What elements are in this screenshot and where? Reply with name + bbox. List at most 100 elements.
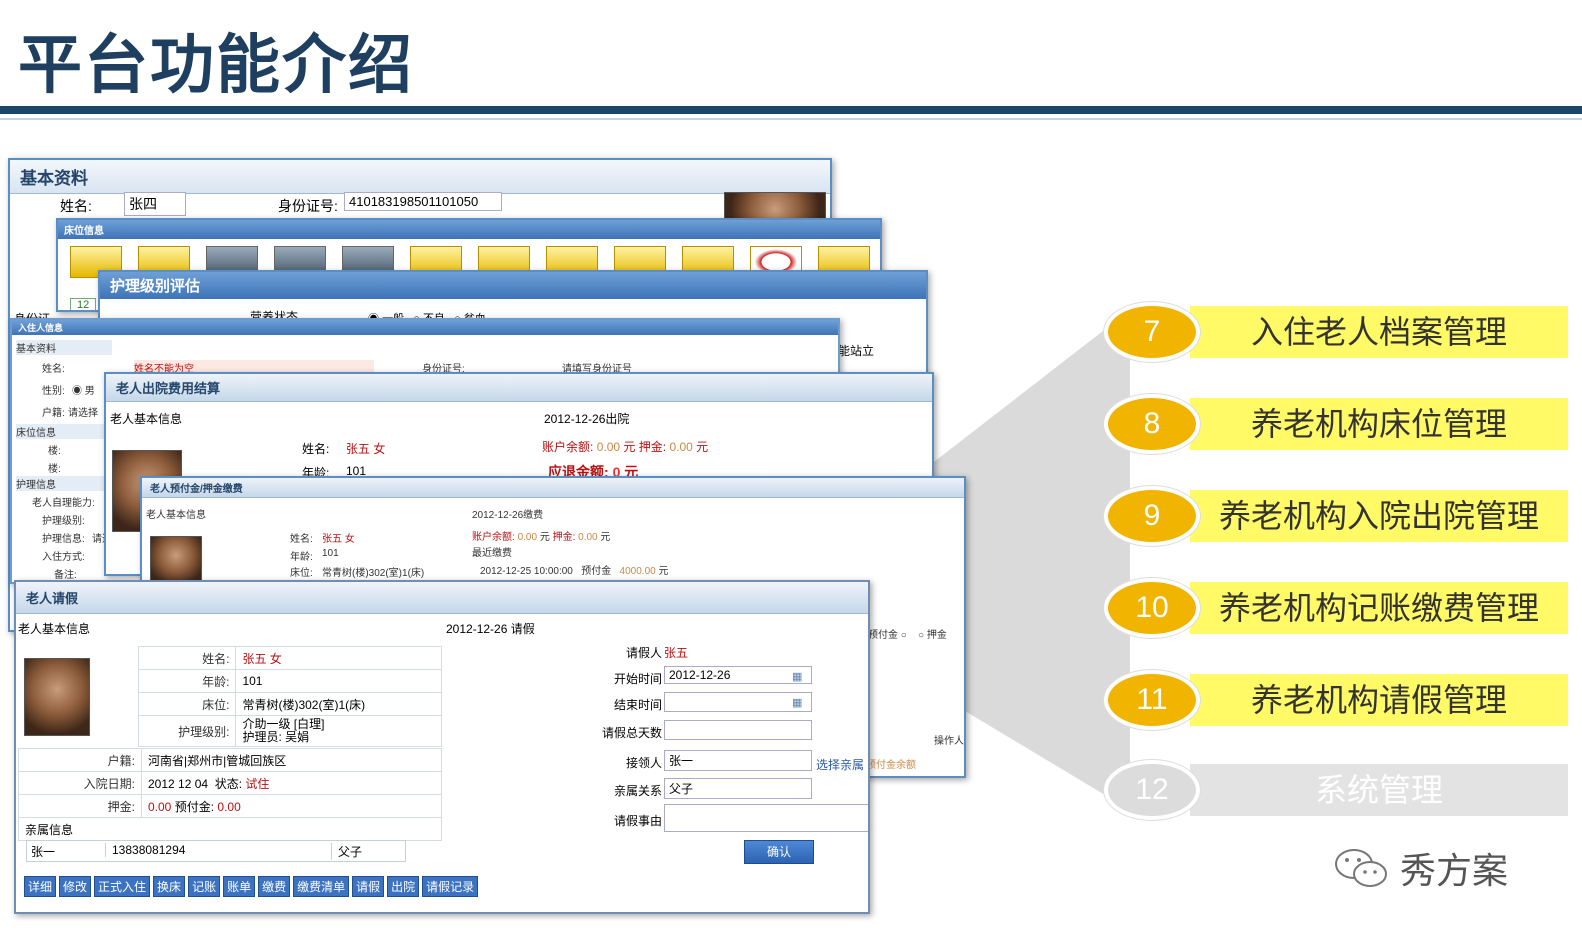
prepay-value: 0.00: [217, 799, 241, 814]
table-row: 床位: 常青树(楼)302(室)1(床): [137, 692, 442, 716]
discharge-balance-row: 账户余额: 0.00 元 押金: 0.00 元: [542, 438, 708, 455]
checkin-head: 入住人信息: [12, 320, 838, 335]
calendar-icon[interactable]: ▦: [792, 670, 802, 683]
payment-age-label: 年龄:: [290, 552, 313, 563]
cell-label: 入院日期:: [18, 771, 142, 795]
row-label: 入住方式:: [42, 552, 85, 563]
form-label: 请假总天数: [601, 726, 662, 740]
discharge-date: 2012-12-26出院: [544, 412, 630, 426]
table-row: 押金: 0.00 预付金: 0.00: [18, 794, 442, 818]
reason-textarea[interactable]: [664, 804, 868, 832]
leave-date: 2012-12-26 请假: [446, 622, 535, 636]
leave-record-button[interactable]: 请假记录: [422, 876, 479, 897]
section-care: 护理信息: [16, 476, 112, 491]
title-rule-thin: [0, 118, 1582, 120]
record-date: 2012-12-25 10:00:00: [480, 566, 573, 577]
change-bed-button[interactable]: 换床: [153, 876, 186, 897]
payment-basic-label: 老人基本信息: [146, 510, 206, 521]
name-label: 姓名:: [60, 198, 92, 214]
menu-number-badge: 9: [1104, 486, 1200, 546]
cell-value: 介助一级 [白理] 护理员: 吴娟: [235, 715, 442, 747]
payment-radio-prepay[interactable]: 预付金 ○: [868, 626, 907, 641]
table-row: 姓名: 张五 女: [137, 646, 442, 670]
cell-label: 户籍:: [18, 748, 142, 772]
cell-value: 河南省|郑州市|管城回族区: [141, 748, 442, 772]
confirm-button[interactable]: 确认: [744, 840, 814, 864]
end-date-input[interactable]: [664, 692, 812, 712]
prepay-value: 4000.00: [619, 566, 656, 577]
unit-yuan: 元: [658, 566, 669, 577]
table-row: 户籍: 河南省|郑州市|管城回族区: [18, 748, 442, 772]
relation-input[interactable]: 父子: [664, 778, 812, 799]
title-rule: [0, 106, 1582, 114]
stand-fragment: 能站立: [838, 344, 875, 358]
payment-radio-deposit[interactable]: ○ 押金: [918, 626, 947, 641]
status-value: 试住: [245, 776, 270, 791]
recent-record: 2012-12-25 10:00:00 预付金 4000.00 元: [480, 562, 668, 577]
receiver-input[interactable]: 张一: [664, 750, 812, 771]
menu-label[interactable]: 养老机构记账缴费管理: [1190, 582, 1568, 634]
table-row: 护理级别: 介助一级 [白理] 护理员: 吴娟: [137, 715, 442, 747]
discharge-name-label: 姓名:: [302, 442, 330, 456]
huji-select[interactable]: 请选择: [68, 404, 98, 419]
cell-value: 0.00 预付金: 0.00: [141, 794, 442, 818]
row-label: 备注:: [54, 570, 77, 581]
row-label: 楼:: [48, 446, 61, 457]
deposit-value: 0.00: [669, 440, 693, 454]
menu-label[interactable]: 养老机构入院出院管理: [1190, 490, 1568, 542]
caregiver-value: 护理员: 吴娟: [242, 730, 310, 744]
payment-bed-value: 常青树(楼)302(室)1(床): [322, 568, 425, 579]
total-days-input[interactable]: [664, 720, 812, 740]
name-field[interactable]: 张四: [124, 192, 186, 216]
row-label: 护理信息:: [42, 534, 85, 545]
formal-checkin-button[interactable]: 正式入住: [94, 876, 151, 897]
balance-value: 0.00: [517, 532, 538, 543]
cell-label: 姓名:: [137, 646, 237, 670]
radio-label: 预付金: [868, 630, 898, 641]
pay-list-button[interactable]: 缴费清单: [293, 876, 350, 897]
prepay-balance-note: 预付金余额: [866, 760, 916, 771]
gender-radio[interactable]: ◉ 男: [72, 382, 95, 397]
menu-label[interactable]: 养老机构请假管理: [1190, 674, 1568, 726]
elder-photo: [150, 536, 202, 584]
leave-window: 老人请假 老人基本信息 2012-12-26 请假 姓名: 张五 女 年龄: 101…: [14, 580, 870, 914]
form-label: 请假事由: [613, 814, 662, 828]
calendar-icon[interactable]: ▦: [792, 696, 802, 709]
menu-label[interactable]: 养老机构床位管理: [1190, 398, 1568, 450]
detail-button[interactable]: 详细: [24, 876, 57, 897]
cell-label: 床位:: [137, 692, 237, 716]
bookkeep-button[interactable]: 记账: [188, 876, 221, 897]
menu-label[interactable]: 入住老人档案管理: [1190, 306, 1568, 358]
leave-action-buttons: 详细 修改 正式入住 换床 记账 账单 缴费 缴费清单 请假 出院 请假记录: [24, 876, 481, 897]
family-name: 张一: [31, 845, 56, 859]
edit-button[interactable]: 修改: [59, 876, 92, 897]
menu-number-badge: 10: [1104, 578, 1200, 638]
cell-label: 护理级别:: [137, 715, 237, 747]
menu-number-badge: 12: [1104, 760, 1200, 820]
leave-head: 老人请假: [16, 582, 868, 614]
pay-button[interactable]: 缴费: [258, 876, 291, 897]
menu-number-badge: 11: [1104, 670, 1200, 730]
form-label: 结束时间: [613, 698, 662, 712]
id-field[interactable]: 410183198501101050: [344, 192, 502, 211]
payment-head: 老人预付金/押金缴费: [142, 478, 964, 498]
watermark-text: 秀方案: [1400, 851, 1509, 892]
radio-label: 押金: [926, 630, 947, 641]
elder-photo: [24, 658, 90, 736]
family-relation: 父子: [331, 843, 362, 860]
menu-label[interactable]: 系统管理: [1190, 764, 1568, 816]
deposit-label: 押金:: [638, 440, 667, 454]
choose-family-link[interactable]: 选择亲属: [816, 756, 864, 773]
bill-button[interactable]: 账单: [223, 876, 256, 897]
leave-button[interactable]: 请假: [352, 876, 385, 897]
balance-label: 账户余额:: [542, 440, 594, 454]
bed-info-head: 床位信息: [58, 220, 880, 239]
discharge-button[interactable]: 出院: [387, 876, 420, 897]
payment-age-value: 101: [322, 548, 339, 559]
start-date-input[interactable]: 2012-12-26: [664, 666, 812, 684]
cell-value: 张五 女: [235, 646, 442, 670]
unit-yuan: 元: [539, 532, 550, 543]
row-label: 性别:: [42, 386, 65, 397]
menu-number-badge: 8: [1104, 394, 1200, 454]
section-bed: 床位信息: [16, 424, 112, 439]
